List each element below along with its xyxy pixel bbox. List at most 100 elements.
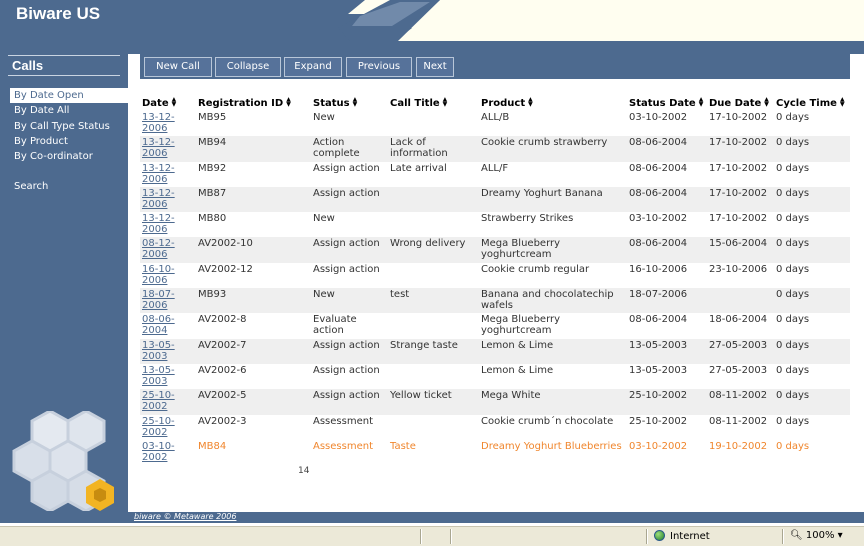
next-button[interactable]: Next xyxy=(416,57,454,77)
sort-icon[interactable]: ▲ ▼ xyxy=(840,97,845,108)
table-row[interactable]: 08-12-2006 AV2002-10 Assign action Wrong de… xyxy=(140,237,850,263)
table-cell xyxy=(388,111,479,136)
table-cell: 08-06-2004 xyxy=(627,237,707,263)
date-cell: 25-10-2002 xyxy=(140,415,196,440)
sort-icon[interactable]: ▲ ▼ xyxy=(764,97,769,108)
table-cell: Mega White xyxy=(479,389,627,415)
table-row[interactable]: 13-12-2006 MB95 New ALL/B 03-10-2002 17-10-20… xyxy=(140,111,850,136)
table-cell: ALL/B xyxy=(481,112,510,123)
table-cell: Assessment xyxy=(313,415,373,427)
new-call-button[interactable]: New Call xyxy=(144,57,212,77)
table-cell: Evaluate action xyxy=(313,314,357,337)
status-separator xyxy=(450,529,452,544)
date-link[interactable]: 13-05-2003 xyxy=(142,340,175,362)
table-cell: MB94 xyxy=(196,136,311,162)
sidebar: Calls By Date Open By Date All By Call T… xyxy=(0,41,128,512)
column-header[interactable]: Status ▲ ▼ xyxy=(311,95,388,111)
table-cell: 0 days xyxy=(776,415,810,427)
column-header-label: Date xyxy=(142,98,169,109)
sidebar-item-by-date-all[interactable]: By Date All xyxy=(0,103,128,118)
date-cell: 08-12-2006 xyxy=(140,237,196,263)
table-cell: Dreamy Yoghurt Blueberries xyxy=(481,440,622,452)
table-cell xyxy=(388,313,479,338)
column-header-label: Product xyxy=(481,98,526,109)
sidebar-item-by-date-open[interactable]: By Date Open xyxy=(10,88,128,104)
date-link[interactable]: 13-12-2006 xyxy=(142,163,175,185)
sort-icon[interactable]: ▲ ▼ xyxy=(286,97,291,108)
date-link[interactable]: 13-12-2006 xyxy=(142,188,175,210)
table-row[interactable]: 18-07-2006 MB93 New test Banana and chocolat… xyxy=(140,288,850,314)
table-cell: Strange taste xyxy=(388,338,479,364)
date-link[interactable]: 13-05-2003 xyxy=(142,365,175,387)
table-row[interactable]: 16-10-2006 AV2002-12 Assign action Cookie c… xyxy=(140,263,850,288)
sort-icon[interactable]: ▲ ▼ xyxy=(172,97,177,108)
sidebar-item-by-product[interactable]: By Product xyxy=(0,134,128,149)
footer-copyright-link[interactable]: biware © Metaware 2006 xyxy=(134,512,236,521)
table-cell: Assign action xyxy=(313,364,380,376)
expand-button[interactable]: Expand xyxy=(284,57,342,77)
table-cell: 15-06-2004 xyxy=(707,237,774,263)
table-row[interactable]: 25-10-2002 AV2002-5 Assign action Yellow ti… xyxy=(140,389,850,415)
column-header[interactable]: Due Date ▲ ▼ xyxy=(707,95,774,111)
sidebar-search-link[interactable]: Search xyxy=(14,181,48,192)
status-separator xyxy=(782,529,784,544)
table-cell: 17-10-2002 xyxy=(707,136,774,162)
table-row[interactable]: 13-05-2003 AV2002-6 Assign action Lemon & L… xyxy=(140,364,850,389)
table-cell: MB84 xyxy=(198,440,227,452)
table-row[interactable]: 13-12-2006 MB92 Assign action Late arrival A… xyxy=(140,162,850,187)
column-header[interactable]: Cycle Time ▲ ▼ xyxy=(774,95,850,111)
table-row[interactable]: 03-10-2002 MB84 Assessment Taste Dreamy Yogh… xyxy=(140,440,850,465)
column-header[interactable]: Call Title ▲ ▼ xyxy=(388,95,479,111)
table-row[interactable]: 13-12-2006 MB87 Assign action Dreamy Yoghur… xyxy=(140,186,850,213)
table-row[interactable]: 08-06-2004 AV2002-8 Evaluate action Mega Bl… xyxy=(140,313,850,338)
date-link[interactable]: 13-12-2006 xyxy=(142,137,175,159)
column-header[interactable]: Product ▲ ▼ xyxy=(479,95,627,111)
column-header[interactable]: Status Date ▲ ▼ xyxy=(627,95,707,111)
table-row[interactable]: 13-05-2003 AV2002-7 Assign action Strange t… xyxy=(140,338,850,364)
date-link[interactable]: 25-10-2002 xyxy=(142,390,175,412)
table-row[interactable]: 13-12-2006 MB94 Action complete Lack of inf… xyxy=(140,136,850,162)
zoom-level: 100% xyxy=(805,530,835,541)
page-number[interactable]: 14 xyxy=(298,466,309,476)
table-cell xyxy=(388,212,479,237)
sidebar-item-by-call-type-status[interactable]: By Call Type Status xyxy=(0,119,128,134)
table-cell xyxy=(388,364,479,389)
date-link[interactable]: 13-12-2006 xyxy=(142,213,175,235)
date-link[interactable]: 25-10-2002 xyxy=(142,416,175,438)
date-cell: 13-05-2003 xyxy=(140,364,196,389)
sort-icon[interactable]: ▲ ▼ xyxy=(699,97,704,108)
date-link[interactable]: 16-10-2006 xyxy=(142,264,175,286)
table-cell: 0 days xyxy=(774,186,850,213)
table-cell: 17-10-2002 xyxy=(709,162,768,174)
table-cell: Assign action xyxy=(311,186,388,213)
date-link[interactable]: 08-06-2004 xyxy=(142,314,175,336)
collapse-button[interactable]: Collapse xyxy=(215,57,281,77)
calls-table: Date ▲ ▼ Registration ID ▲ ▼ Status ▲ ▼ Call Titl… xyxy=(140,95,850,465)
zoom-control[interactable]: 🔍︎ 100% ▾ xyxy=(790,530,843,541)
table-cell xyxy=(388,186,479,213)
table-row[interactable]: 25-10-2002 AV2002-3 Assessment Cookie crumb… xyxy=(140,415,850,440)
sidebar-item-by-coordinator[interactable]: By Co-ordinator xyxy=(0,149,128,164)
date-cell: 13-12-2006 xyxy=(140,212,196,237)
date-link[interactable]: 18-07-2006 xyxy=(142,289,175,311)
table-cell: 08-11-2002 xyxy=(707,389,774,415)
table-cell xyxy=(388,415,479,440)
table-cell: 08-06-2004 xyxy=(629,162,688,174)
sort-icon[interactable]: ▲ ▼ xyxy=(528,97,533,108)
date-link[interactable]: 03-10-2002 xyxy=(142,441,175,463)
date-link[interactable]: 13-12-2006 xyxy=(142,112,175,134)
date-cell: 03-10-2002 xyxy=(140,440,196,465)
date-cell: 18-07-2006 xyxy=(140,288,196,314)
column-header[interactable]: Date ▲ ▼ xyxy=(140,95,196,111)
table-cell: 08-06-2004 xyxy=(629,314,688,326)
column-header[interactable]: Registration ID ▲ ▼ xyxy=(196,95,311,111)
table-cell: Assign action xyxy=(313,162,380,174)
sort-icon[interactable]: ▲ ▼ xyxy=(443,97,448,108)
table-cell: 0 days xyxy=(776,263,810,275)
sort-icon[interactable]: ▲ ▼ xyxy=(353,97,358,108)
date-link[interactable]: 08-12-2006 xyxy=(142,238,175,260)
previous-button[interactable]: Previous xyxy=(346,57,412,77)
table-cell: 13-05-2003 xyxy=(627,338,707,364)
table-cell: ALL/F xyxy=(481,162,509,174)
table-row[interactable]: 13-12-2006 MB80 New Strawberry Strikes 03-10… xyxy=(140,212,850,237)
